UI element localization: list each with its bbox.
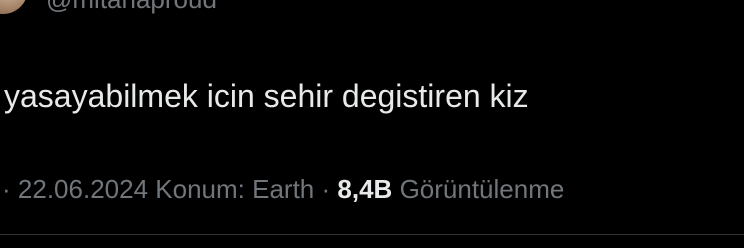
- avatar[interactable]: [0, 0, 28, 14]
- tweet-location: Konum: Earth: [155, 174, 315, 204]
- tweet-date[interactable]: 22.06.2024: [18, 174, 148, 204]
- tweet-meta: · 22.06.2024 Konum: Earth · 8,4B Görüntü…: [2, 174, 564, 204]
- user-handle[interactable]: @mitanaproud: [46, 0, 217, 12]
- views-count[interactable]: 8,4B: [337, 174, 392, 204]
- meta-separator: ·: [2, 174, 11, 204]
- meta-separator: ·: [321, 174, 331, 204]
- divider: [0, 234, 744, 235]
- views-label: Görüntülenme: [399, 174, 565, 204]
- tweet-text: yasayabilmek icin sehir degistiren kiz: [4, 78, 529, 114]
